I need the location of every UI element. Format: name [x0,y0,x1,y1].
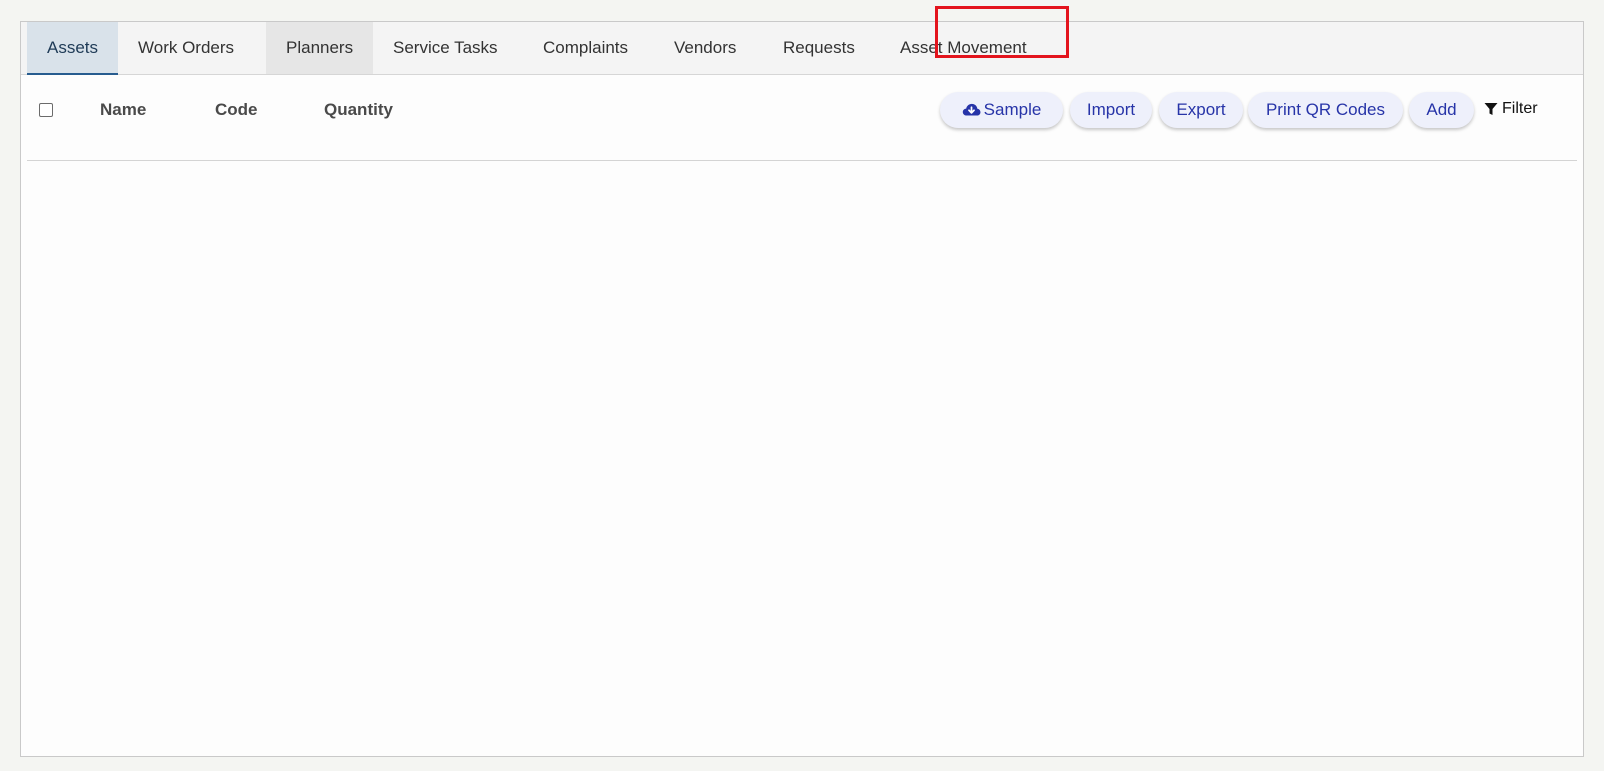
cloud-download-icon [962,103,981,116]
tab-label: Complaints [543,38,629,57]
tab-bar: Assets Work Orders Planners Service Task… [21,22,1583,75]
tab-service-tasks[interactable]: Service Tasks [373,22,523,74]
tab-label: Service Tasks [393,38,498,57]
filter-icon [1484,103,1498,115]
tab-assets[interactable]: Assets [27,22,118,75]
column-header-code[interactable]: Code [215,100,258,120]
tab-label: Requests [783,38,855,57]
column-header-quantity[interactable]: Quantity [324,100,393,120]
tab-requests[interactable]: Requests [763,22,880,74]
print-qr-codes-button[interactable]: Print QR Codes [1248,92,1403,128]
export-button[interactable]: Export [1159,92,1243,128]
sample-download-button[interactable]: Sample [940,92,1063,128]
add-button[interactable]: Add [1409,92,1474,128]
sample-button-label: Sample [983,100,1042,119]
tab-label: Vendors [674,38,737,57]
assets-panel: Assets Work Orders Planners Service Task… [20,21,1584,757]
tab-label: Work Orders [138,38,235,57]
tab-label: Planners [286,38,354,57]
filter-label: Filter [1502,100,1538,117]
select-all-checkbox[interactable] [39,103,53,117]
filter-button[interactable]: Filter [1484,100,1538,118]
tab-vendors[interactable]: Vendors [654,22,763,74]
table-header-toolbar: Name Code Quantity Sample Import Export … [27,76,1577,161]
tab-label: Assets [47,38,99,57]
tab-work-orders[interactable]: Work Orders [118,22,266,74]
tab-complaints[interactable]: Complaints [523,22,654,74]
tab-planners[interactable]: Planners [266,22,373,74]
import-button[interactable]: Import [1070,92,1152,128]
tab-asset-movement[interactable]: Asset Movement [880,22,1050,74]
tab-label: Asset Movement [900,38,1027,57]
column-header-name[interactable]: Name [100,100,146,120]
